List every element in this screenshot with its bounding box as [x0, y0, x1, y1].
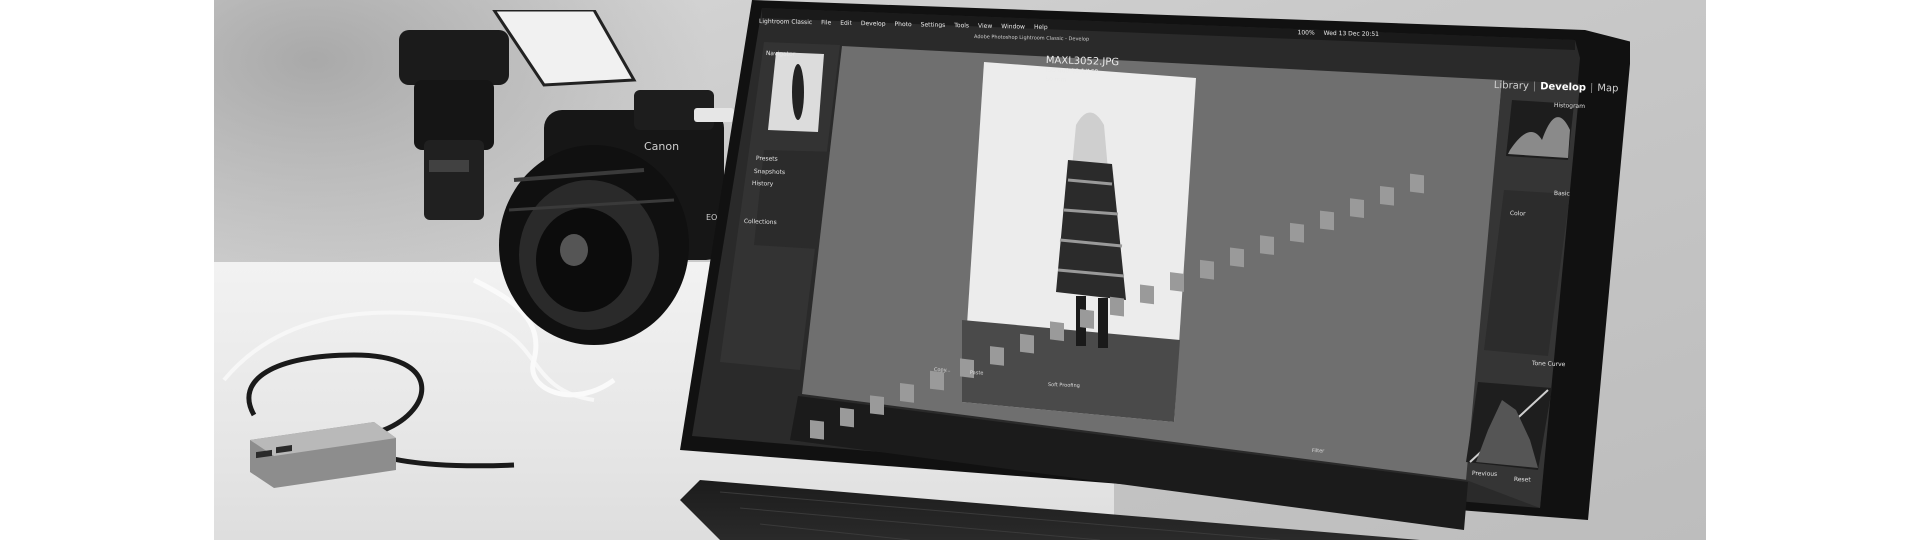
tone-curve-header[interactable]: Tone Curve — [1532, 360, 1566, 368]
menu-item-develop[interactable]: Develop — [861, 20, 886, 28]
module-separator-2: | — [1589, 82, 1594, 94]
menu-item-photo[interactable]: Photo — [895, 20, 912, 27]
menu-item-settings[interactable]: Settings — [921, 21, 946, 29]
previous-button[interactable]: Previous — [1472, 470, 1498, 478]
navigator-header[interactable]: Navigator — [766, 50, 796, 58]
profile-value[interactable]: Color — [1510, 210, 1526, 218]
module-map[interactable]: Map — [1597, 83, 1618, 95]
histogram-header[interactable]: Histogram — [1554, 102, 1585, 110]
module-develop[interactable]: Develop — [1540, 81, 1586, 93]
module-library[interactable]: Library — [1494, 80, 1529, 92]
module-separator: | — [1532, 81, 1537, 93]
copy-button[interactable]: Copy... — [934, 367, 951, 374]
screenshot-stage: Canon EOS Lightroom Classic File Edit De… — [0, 0, 1920, 540]
presets-header[interactable]: Presets — [756, 155, 778, 163]
basic-header[interactable]: Basic — [1554, 190, 1570, 198]
navigator-figure — [792, 64, 804, 120]
history-header[interactable]: History — [752, 180, 774, 188]
paste-button[interactable]: Paste — [970, 370, 984, 376]
file-info-overlay: MAXL3052.JPG ISO 400 f/8 1/160 50 mm — [1045, 55, 1119, 86]
filmstrip-filter[interactable]: Filter — [1312, 448, 1325, 454]
photograph: Canon EOS Lightroom Classic File Edit De… — [214, 0, 1706, 540]
laptop — [680, 0, 1630, 540]
right-margin — [1706, 0, 1920, 540]
menu-item-edit[interactable]: Edit — [840, 19, 852, 26]
menu-item-tools[interactable]: Tools — [954, 22, 969, 29]
menu-item-help[interactable]: Help — [1034, 23, 1048, 30]
menu-item-window[interactable]: Window — [1001, 23, 1025, 30]
left-margin — [0, 0, 214, 540]
collections-header[interactable]: Collections — [744, 218, 777, 226]
snapshots-header[interactable]: Snapshots — [754, 168, 785, 176]
reset-button[interactable]: Reset — [1514, 476, 1531, 484]
card-reader — [250, 422, 396, 488]
svg-text:Canon: Canon — [644, 140, 679, 153]
menubar-clock[interactable]: Wed 13 Dec 20:51 — [1324, 29, 1379, 37]
menu-item-view[interactable]: View — [978, 22, 992, 29]
soft-proofing-checkbox[interactable]: Soft Proofing — [1048, 382, 1080, 389]
battery-status[interactable]: 100% — [1298, 29, 1315, 36]
menu-item-file[interactable]: File — [821, 19, 831, 26]
camera-lens — [499, 145, 689, 345]
menu-app-name[interactable]: Lightroom Classic — [759, 18, 812, 26]
